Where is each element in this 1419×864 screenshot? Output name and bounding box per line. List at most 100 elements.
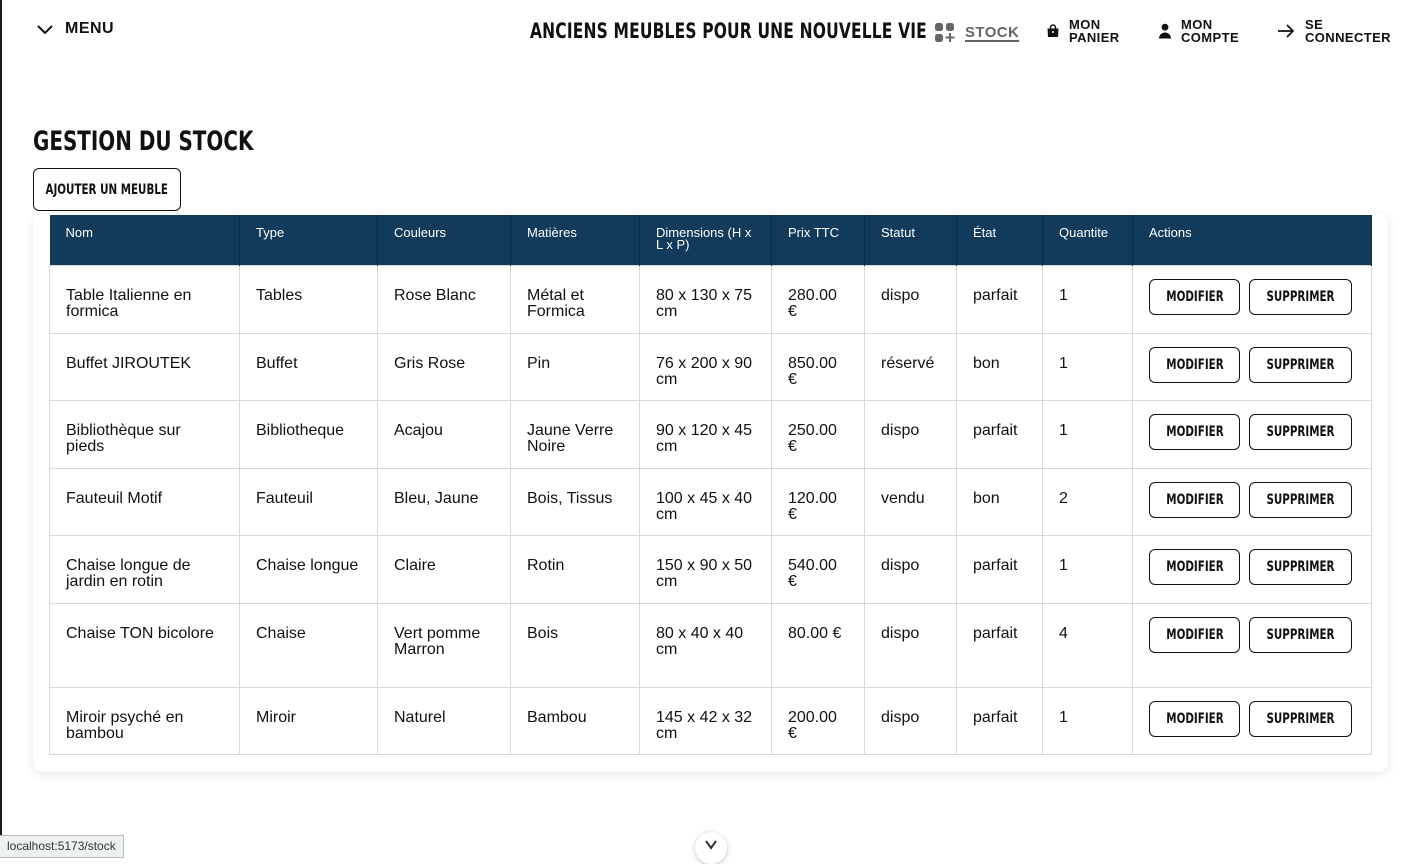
table-row: Miroir psyché en bambou Miroir Naturel B… xyxy=(49,687,1372,755)
user-icon xyxy=(1159,23,1171,39)
cell-etat: parfait xyxy=(956,535,1043,604)
nav-cart[interactable]: MON PANIER xyxy=(1046,18,1120,44)
cell-dimensions: 145 x 42 x 32 cm xyxy=(639,687,772,755)
chevron-down-icon xyxy=(37,25,53,35)
cell-type: Chaise longue xyxy=(239,535,378,604)
edit-label: MODIFIER xyxy=(1165,559,1224,575)
column-header-statut[interactable]: Statut xyxy=(864,215,957,266)
column-header-etat[interactable]: État xyxy=(956,215,1043,266)
cell-nom: Fauteuil Motif xyxy=(49,468,240,536)
cell-matieres: Bois, Tissus xyxy=(510,468,640,536)
delete-button[interactable]: SUPPRIMER xyxy=(1249,482,1352,518)
cell-matieres: Bambou xyxy=(510,687,640,755)
edit-button[interactable]: MODIFIER xyxy=(1149,414,1240,450)
cell-type: Fauteuil xyxy=(239,468,378,536)
grid-plus-icon xyxy=(935,23,955,42)
cell-etat: bon xyxy=(956,468,1043,536)
cell-dimensions: 76 x 200 x 90 cm xyxy=(639,333,772,401)
column-header-actions: Actions xyxy=(1132,215,1372,266)
cell-actions: MODIFIER SUPPRIMER xyxy=(1132,400,1372,469)
delete-button[interactable]: SUPPRIMER xyxy=(1249,414,1352,450)
cell-prix: 850.00 € xyxy=(771,333,865,401)
cell-couleurs: Bleu, Jaune xyxy=(377,468,511,536)
cell-couleurs: Claire xyxy=(377,535,511,604)
menu-button[interactable]: MENU xyxy=(36,20,114,38)
table-header-row: Nom Type Couleurs Matières Dimensions (H… xyxy=(49,215,1372,266)
cell-dimensions: 100 x 45 x 40 cm xyxy=(639,468,772,536)
delete-button[interactable]: SUPPRIMER xyxy=(1249,701,1352,737)
cell-quantite: 1 xyxy=(1042,687,1133,755)
delete-button[interactable]: SUPPRIMER xyxy=(1249,347,1352,383)
chevron-down-icon xyxy=(705,840,717,850)
cell-prix: 80.00 € xyxy=(771,603,865,688)
nav-account-line2: COMPTE xyxy=(1181,30,1240,45)
cell-statut: réservé xyxy=(864,333,957,401)
cell-etat: parfait xyxy=(956,687,1043,755)
delete-button[interactable]: SUPPRIMER xyxy=(1249,617,1352,653)
cell-type: Buffet xyxy=(239,333,378,401)
cell-statut: dispo xyxy=(864,603,957,688)
cell-prix: 120.00 € xyxy=(771,468,865,536)
column-header-matieres[interactable]: Matières xyxy=(510,215,640,266)
page-title: GESTION DU STOCK xyxy=(33,126,254,157)
edit-button[interactable]: MODIFIER xyxy=(1149,482,1240,518)
cell-couleurs: Acajou xyxy=(377,400,511,469)
table-row: Bibliothèque sur pieds Bibliotheque Acaj… xyxy=(49,400,1372,469)
cell-matieres: Jaune Verre Noire xyxy=(510,400,640,469)
edit-button[interactable]: MODIFIER xyxy=(1149,701,1240,737)
cell-actions: MODIFIER SUPPRIMER xyxy=(1132,468,1372,536)
cell-quantite: 4 xyxy=(1042,603,1133,688)
cell-nom: Chaise TON bicolore xyxy=(49,603,240,688)
cell-type: Chaise xyxy=(239,603,378,688)
cell-statut: vendu xyxy=(864,468,957,536)
cell-actions: MODIFIER SUPPRIMER xyxy=(1132,265,1372,334)
edit-button[interactable]: MODIFIER xyxy=(1149,347,1240,383)
cell-etat: parfait xyxy=(956,400,1043,469)
cell-dimensions: 80 x 40 x 40 cm xyxy=(639,603,772,688)
column-header-type[interactable]: Type xyxy=(239,215,378,266)
cell-dimensions: 150 x 90 x 50 cm xyxy=(639,535,772,604)
delete-label: SUPPRIMER xyxy=(1266,357,1335,373)
edit-label: MODIFIER xyxy=(1165,492,1224,508)
column-header-dimensions[interactable]: Dimensions (H x L x P) xyxy=(639,215,772,266)
cell-statut: dispo xyxy=(864,535,957,604)
cell-nom: Table Italienne en formica xyxy=(49,265,240,334)
column-header-quantite[interactable]: Quantite xyxy=(1042,215,1133,266)
table-row: Fauteuil Motif Fauteuil Bleu, Jaune Bois… xyxy=(49,468,1372,536)
cell-actions: MODIFIER SUPPRIMER xyxy=(1132,603,1372,688)
cell-nom: Miroir psyché en bambou xyxy=(49,687,240,755)
scroll-down-button[interactable] xyxy=(695,832,727,864)
cell-matieres: Métal et Formica xyxy=(510,265,640,334)
table-row: Buffet JIROUTEK Buffet Gris Rose Pin 76 … xyxy=(49,333,1372,401)
cell-actions: MODIFIER SUPPRIMER xyxy=(1132,333,1372,401)
column-header-prix[interactable]: Prix TTC xyxy=(771,215,865,266)
delete-button[interactable]: SUPPRIMER xyxy=(1249,549,1352,585)
cell-prix: 540.00 € xyxy=(771,535,865,604)
edit-label: MODIFIER xyxy=(1165,627,1224,643)
add-furniture-button[interactable]: AJOUTER UN MEUBLE xyxy=(33,168,181,211)
site-header: MENU ANCIENS MEUBLES POUR UNE NOUVELLE V… xyxy=(0,0,1419,64)
edit-label: MODIFIER xyxy=(1165,357,1224,373)
stock-table: Nom Type Couleurs Matières Dimensions (H… xyxy=(49,215,1372,755)
nav-stock[interactable]: STOCK xyxy=(934,22,1019,43)
cell-prix: 200.00 € xyxy=(771,687,865,755)
column-header-nom[interactable]: Nom xyxy=(49,215,240,266)
edit-button[interactable]: MODIFIER xyxy=(1149,279,1240,315)
cell-matieres: Pin xyxy=(510,333,640,401)
cell-couleurs: Naturel xyxy=(377,687,511,755)
shopping-bag-icon xyxy=(1047,24,1059,37)
cell-matieres: Rotin xyxy=(510,535,640,604)
delete-label: SUPPRIMER xyxy=(1266,627,1335,643)
nav-login[interactable]: SE CONNECTER xyxy=(1276,18,1391,44)
cell-etat: parfait xyxy=(956,603,1043,688)
site-title[interactable]: ANCIENS MEUBLES POUR UNE NOUVELLE VIE xyxy=(530,19,927,43)
edit-button[interactable]: MODIFIER xyxy=(1149,617,1240,653)
arrow-right-icon xyxy=(1278,24,1295,38)
cell-couleurs: Rose Blanc xyxy=(377,265,511,334)
nav-account[interactable]: MON COMPTE xyxy=(1158,18,1239,44)
delete-button[interactable]: SUPPRIMER xyxy=(1249,279,1352,315)
table-row: Table Italienne en formica Tables Rose B… xyxy=(49,265,1372,334)
cell-quantite: 2 xyxy=(1042,468,1133,536)
edit-button[interactable]: MODIFIER xyxy=(1149,549,1240,585)
column-header-couleurs[interactable]: Couleurs xyxy=(377,215,511,266)
